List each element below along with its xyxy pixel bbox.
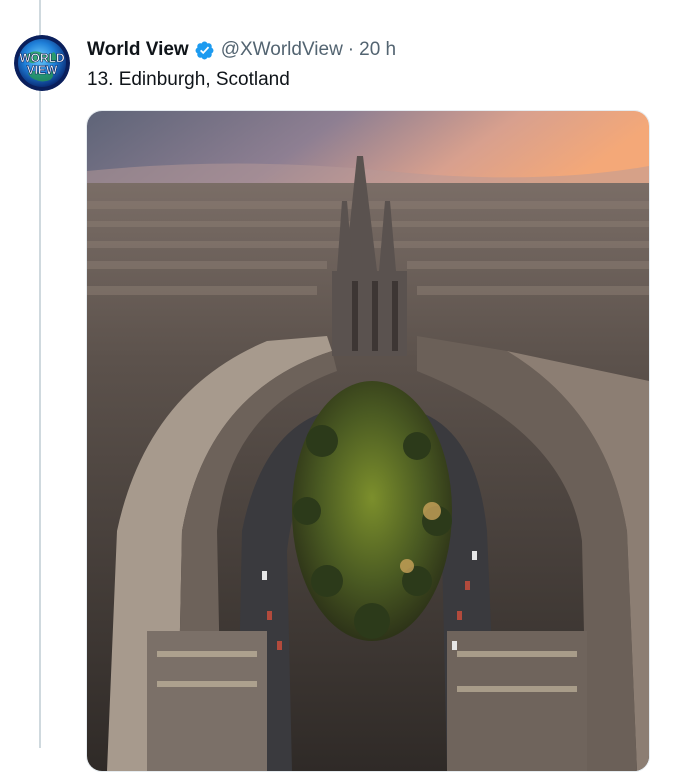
- tweet-text: 13. Edinburgh, Scotland: [87, 69, 290, 90]
- avatar-globe-icon: WORLD VIEW: [14, 35, 70, 91]
- svg-text:VIEW: VIEW: [27, 63, 58, 77]
- verified-badge-icon: [194, 40, 215, 61]
- edinburgh-aerial-photo: [87, 111, 649, 771]
- tweet-header: World View @XWorldView · 20 h: [87, 37, 396, 63]
- thread-connector-line: [39, 0, 41, 748]
- separator-dot: ·: [347, 39, 355, 60]
- avatar[interactable]: WORLD VIEW: [14, 35, 70, 91]
- display-name[interactable]: World View: [87, 39, 189, 61]
- timestamp[interactable]: 20 h: [359, 39, 396, 61]
- user-handle[interactable]: @XWorldView: [221, 39, 343, 61]
- tweet-photo[interactable]: [86, 110, 650, 772]
